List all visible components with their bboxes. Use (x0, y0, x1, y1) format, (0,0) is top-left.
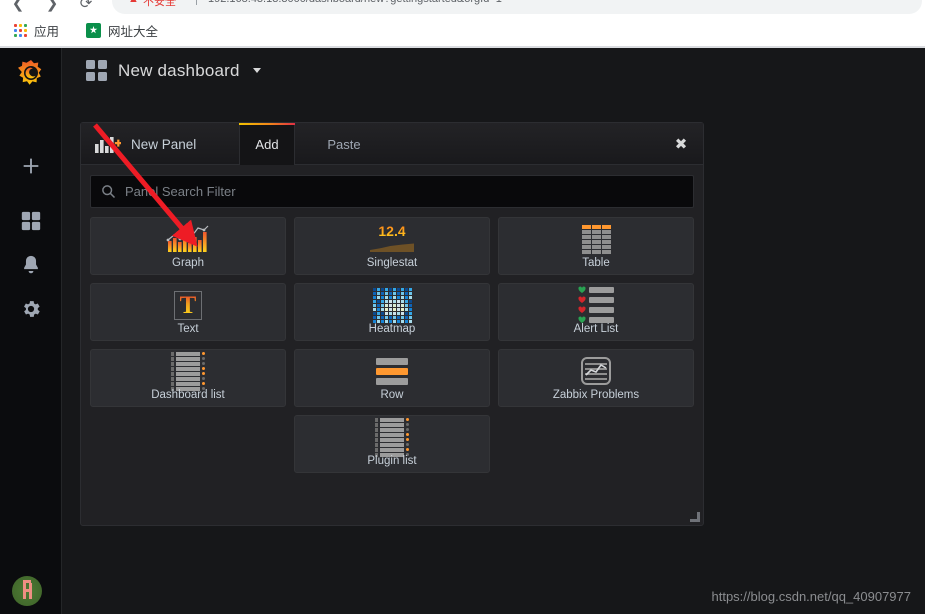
tab-add[interactable]: Add (239, 123, 295, 165)
heart-ok-icon (578, 286, 586, 293)
bookmark-apps[interactable]: 应用 (8, 19, 65, 41)
panel-type-graph[interactable]: Graph (90, 217, 286, 275)
heart-alert-icon (578, 296, 586, 303)
panel-type-label: Singlestat (366, 257, 418, 269)
panel-type-text[interactable]: T Text (90, 283, 286, 341)
panel-type-table[interactable]: Table (498, 217, 694, 275)
panel-type-label: Heatmap (368, 323, 416, 335)
resize-grip-icon[interactable] (690, 512, 700, 522)
zabbix-problems-icon (581, 355, 611, 387)
panel-type-dashboard-list[interactable]: Dashboard list (90, 349, 286, 407)
sidebar-item-profile[interactable] (12, 576, 42, 606)
browser-chrome: ❮ ❯ ⟳ ▲ 不安全 192.168.43.13:3000/dashboard… (0, 0, 925, 48)
avatar (12, 576, 42, 606)
alert-list-icon (578, 286, 614, 323)
reload-icon[interactable]: ⟳ (76, 0, 96, 14)
page-title[interactable]: New dashboard (118, 61, 240, 81)
search-input[interactable] (125, 184, 693, 199)
omnibox-url-text: 192.168.43.13:3000/dashboard/new?getting… (208, 0, 502, 5)
panel-type-zabbix-problems[interactable]: Zabbix Problems (498, 349, 694, 407)
bar-chart-plus-icon (95, 135, 122, 153)
panel-type-label: Row (380, 389, 404, 401)
panel-type-label: Plugin list (367, 455, 417, 467)
panel-type-singlestat[interactable]: 12.4 Singlestat (294, 217, 490, 275)
panel-type-label: Alert List (573, 323, 619, 335)
panel-type-label: Zabbix Problems (552, 389, 640, 401)
plugin-list-icon (375, 417, 409, 457)
panel-type-row[interactable]: Row (294, 349, 490, 407)
panel-type-grid: Graph 12.4 Singlestat Table T Text Heatm… (90, 217, 694, 473)
bookmark-hao123[interactable]: 网址大全 (80, 19, 164, 41)
close-icon[interactable]: ✖ (671, 134, 691, 154)
back-icon[interactable]: ❮ (8, 0, 28, 14)
dashboard-squares-icon (86, 60, 107, 81)
panel-body: Graph 12.4 Singlestat (81, 165, 703, 526)
tab-paste[interactable]: Paste (311, 123, 377, 165)
panel-type-alert-list[interactable]: Alert List (498, 283, 694, 341)
text-glyph: T (179, 291, 197, 319)
plus-icon (23, 158, 39, 174)
bookmark-apps-label: 应用 (34, 24, 60, 39)
dashboard-list-icon (171, 351, 205, 391)
sparkline-icon (370, 243, 414, 252)
heart-alert-icon (578, 306, 586, 313)
search-filter-row (90, 175, 694, 208)
side-menu (0, 48, 62, 614)
panel-type-label: Dashboard list (151, 389, 225, 401)
not-secure-icon[interactable]: ▲ (128, 0, 139, 5)
panel-type-plugin-list[interactable]: Plugin list (294, 415, 490, 473)
grafana-app: New dashboard New Panel Add Paste ✖ Pane… (0, 48, 925, 614)
sidebar-item-create[interactable] (0, 145, 62, 187)
panel-type-label: Table (582, 257, 610, 269)
apps-grid-icon (14, 23, 27, 37)
singlestat-value: 12.4 (378, 223, 406, 239)
panel-type-heatmap[interactable]: Heatmap (294, 283, 490, 341)
search-icon (91, 184, 125, 199)
bookmark-hao123-label: 网址大全 (108, 24, 159, 39)
bookmarks-bar: 应用 网址大全 (0, 14, 925, 46)
panel-type-label: Text (177, 323, 199, 335)
bell-icon (24, 255, 38, 274)
sidebar-item-configuration[interactable] (0, 288, 62, 330)
sidebar-item-alerting[interactable] (0, 244, 62, 286)
new-panel-label: New Panel (131, 136, 197, 152)
row-icon (376, 355, 408, 387)
not-secure-label: 不安全 (143, 0, 176, 8)
panel-tab-bar: New Panel Add Paste ✖ (81, 123, 703, 165)
hao123-icon (86, 22, 101, 38)
table-icon (581, 223, 611, 255)
panel-type-spacer-left (90, 415, 286, 473)
heatmap-icon (372, 287, 412, 323)
add-panel-widget: New Panel Add Paste ✖ Panel Search Filte… (80, 122, 704, 526)
forward-icon[interactable]: ❯ (42, 0, 62, 14)
sidebar-item-dashboards[interactable] (0, 200, 62, 242)
gear-icon (24, 301, 40, 317)
new-panel-header: New Panel (95, 123, 196, 165)
graph-icon (166, 223, 210, 255)
chevron-down-icon[interactable] (252, 68, 261, 73)
panel-type-spacer-right (498, 415, 694, 473)
omnibox-divider (196, 0, 197, 5)
text-icon: T (174, 289, 202, 321)
dashboard-header: New dashboard (86, 60, 261, 81)
singlestat-icon: 12.4 (364, 223, 420, 255)
apps-squares-icon (21, 211, 41, 231)
omnibox-strip: ❮ ❯ ⟳ ▲ 不安全 192.168.43.13:3000/dashboard… (0, 0, 925, 14)
watermark: https://blog.csdn.net/qq_40907977 (711, 589, 912, 604)
panel-type-label: Graph (172, 257, 204, 269)
grafana-logo-icon[interactable] (15, 58, 47, 90)
